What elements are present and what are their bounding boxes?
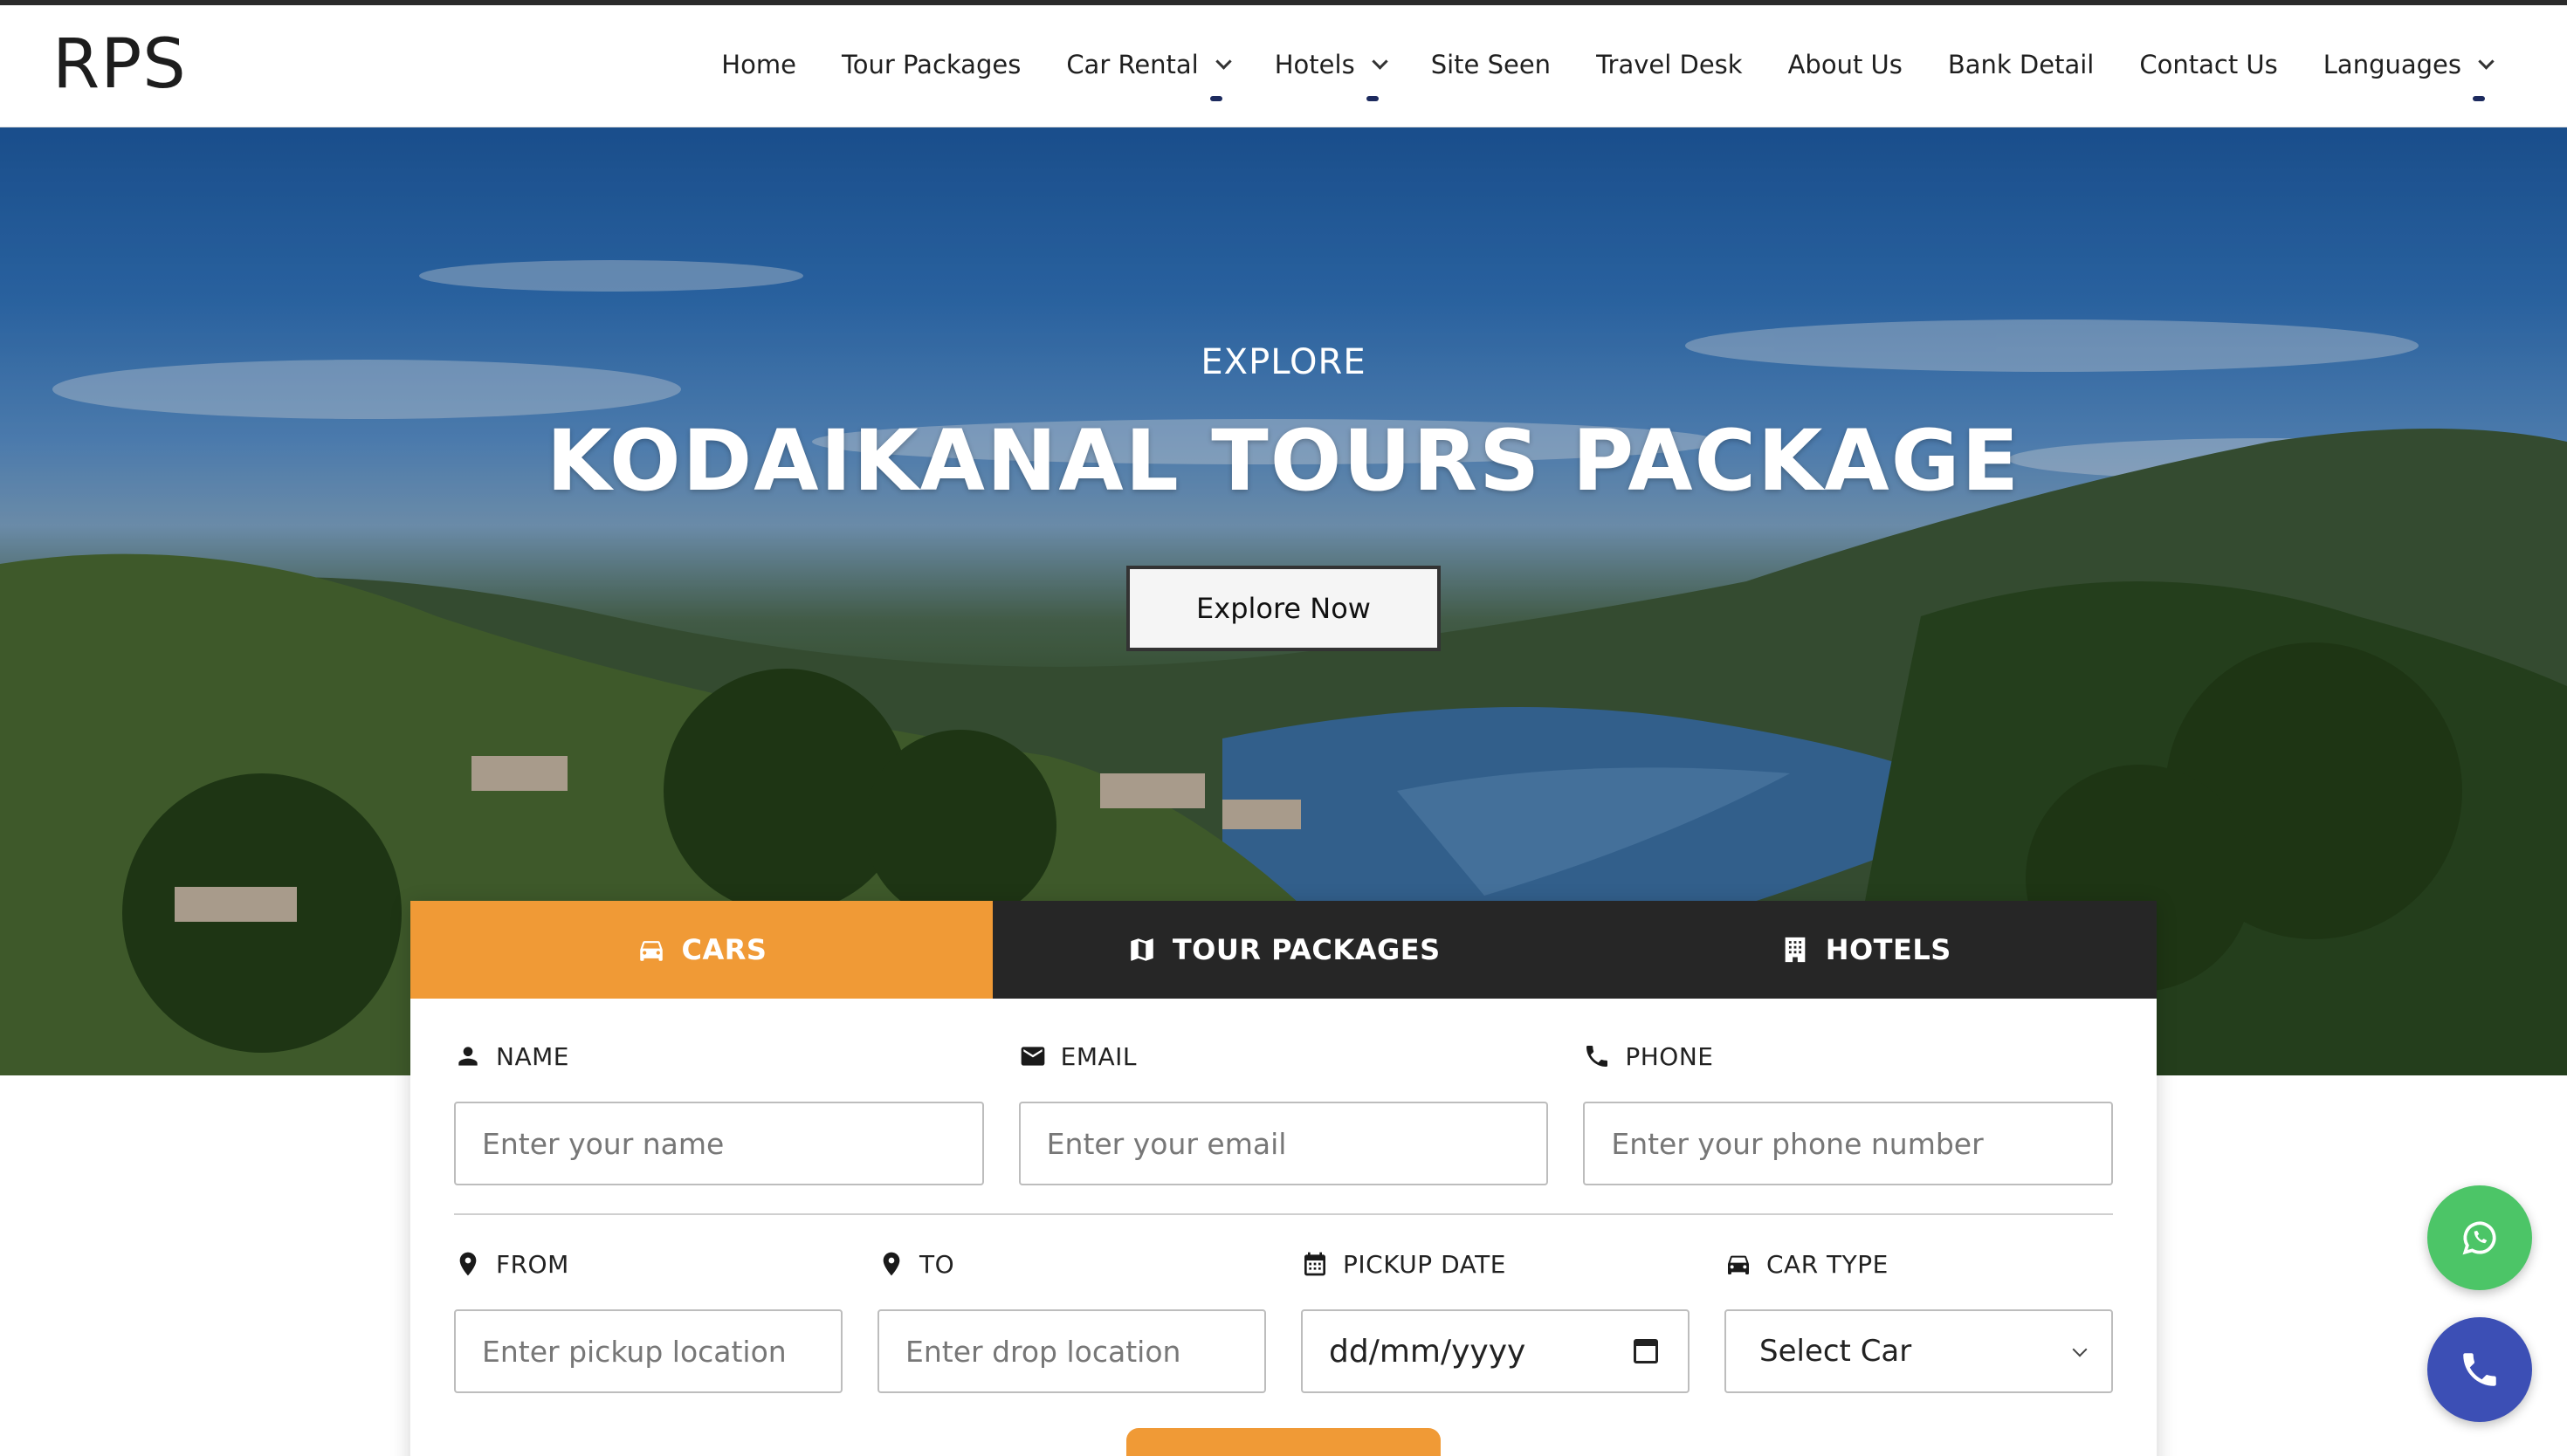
- tab-tour-packages[interactable]: TOUR PACKAGES: [993, 901, 1575, 999]
- tab-cars[interactable]: CARS: [410, 901, 993, 999]
- name-label-text: NAME: [496, 1041, 569, 1071]
- name-label: NAME: [454, 1040, 984, 1072]
- trip-fields-row: FROM TO PICKUP DATE dd/mm/yyyy C: [454, 1248, 2113, 1393]
- chevron-down-icon: [1215, 52, 1232, 70]
- nav-bank-detail-label: Bank Detail: [1947, 50, 2095, 79]
- car-icon: [1728, 1255, 1749, 1274]
- chevron-down-icon: [2478, 52, 2495, 70]
- site-logo[interactable]: RPS: [52, 21, 187, 108]
- pickup-date-field-group: PICKUP DATE dd/mm/yyyy: [1301, 1248, 1690, 1393]
- navbar: RPS Home Tour Packages Car Rental Hotels…: [0, 5, 2567, 127]
- main-nav: Home Tour Packages Car Rental Hotels Sit…: [721, 47, 2495, 101]
- nav-site-seen-label: Site Seen: [1430, 50, 1552, 79]
- submit-button[interactable]: [1126, 1428, 1441, 1456]
- calendar-picker-icon[interactable]: [1634, 1339, 1658, 1363]
- pickup-date-input[interactable]: dd/mm/yyyy: [1301, 1309, 1690, 1393]
- tab-cars-label: CARS: [681, 933, 767, 966]
- explore-now-button[interactable]: Explore Now: [1126, 566, 1441, 651]
- pickup-date-label-text: PICKUP DATE: [1343, 1249, 1506, 1279]
- nav-home[interactable]: Home: [721, 47, 796, 82]
- nav-home-label: Home: [721, 50, 796, 79]
- nav-site-seen[interactable]: Site Seen: [1431, 47, 1551, 82]
- nav-languages-label: Languages: [2323, 50, 2461, 79]
- email-field-group: EMAIL: [1018, 1040, 1549, 1185]
- car-icon: [639, 941, 663, 961]
- phone-icon: [1586, 1046, 1608, 1067]
- location-pin-icon: [883, 1252, 900, 1276]
- car-type-value: Select Car: [1759, 1334, 1912, 1369]
- nav-tour-packages-label: Tour Packages: [841, 50, 1022, 79]
- pickup-date-value: dd/mm/yyyy: [1329, 1333, 1526, 1370]
- calendar-icon: [1304, 1252, 1325, 1276]
- email-label-text: EMAIL: [1060, 1041, 1138, 1071]
- pickup-date-label: PICKUP DATE: [1301, 1248, 1690, 1280]
- form-divider: [454, 1213, 2113, 1215]
- booking-card: CARS TOUR PACKAGES HOTELS NAME EMAIL: [410, 901, 2157, 1456]
- email-input[interactable]: [1018, 1102, 1549, 1185]
- phone-input[interactable]: [1583, 1102, 2114, 1185]
- name-field-group: NAME: [454, 1040, 984, 1185]
- contact-fields-row: NAME EMAIL PHONE: [454, 1040, 2114, 1185]
- from-input[interactable]: [454, 1309, 843, 1393]
- nav-languages[interactable]: Languages: [2323, 47, 2495, 101]
- nav-tour-packages[interactable]: Tour Packages: [842, 47, 1021, 82]
- phone-icon: [2463, 1353, 2496, 1386]
- nav-hotels-label: Hotels: [1274, 50, 1355, 79]
- whatsapp-icon: [2462, 1221, 2496, 1255]
- building-icon: [1785, 937, 1806, 963]
- booking-tabs: CARS TOUR PACKAGES HOTELS: [410, 901, 2157, 999]
- phone-label: PHONE: [1583, 1040, 2113, 1072]
- nav-car-rental-label: Car Rental: [1066, 50, 1199, 79]
- nav-travel-desk[interactable]: Travel Desk: [1596, 47, 1743, 82]
- hero-subtitle: EXPLORE: [1201, 342, 1366, 382]
- dropdown-indicator: [1366, 96, 1379, 101]
- nav-contact-us-label: Contact Us: [2139, 50, 2278, 79]
- nav-bank-detail[interactable]: Bank Detail: [1948, 47, 2095, 82]
- nav-travel-desk-label: Travel Desk: [1596, 50, 1743, 79]
- to-input[interactable]: [877, 1309, 1266, 1393]
- person-icon: [458, 1047, 478, 1066]
- whatsapp-button[interactable]: [2427, 1185, 2532, 1290]
- nav-about-us[interactable]: About Us: [1788, 47, 1903, 82]
- from-field-group: FROM: [454, 1248, 843, 1393]
- nav-car-rental[interactable]: Car Rental: [1066, 47, 1232, 101]
- dropdown-indicator: [1209, 96, 1222, 101]
- car-type-label-text: CAR TYPE: [1766, 1249, 1889, 1279]
- phone-field-group: PHONE: [1583, 1040, 2114, 1185]
- tab-hotels[interactable]: HOTELS: [1575, 901, 2158, 999]
- to-label-text: TO: [919, 1249, 955, 1279]
- name-input[interactable]: [454, 1102, 984, 1185]
- mail-icon: [1021, 1047, 1045, 1066]
- tab-hotels-label: HOTELS: [1825, 933, 1951, 966]
- from-label-text: FROM: [496, 1249, 569, 1279]
- nav-hotels[interactable]: Hotels: [1274, 47, 1388, 101]
- chevron-down-icon: [1371, 52, 1388, 70]
- car-type-select[interactable]: Select Car: [1724, 1309, 2113, 1393]
- tab-tour-packages-label: TOUR PACKAGES: [1172, 933, 1441, 966]
- nav-about-us-label: About Us: [1787, 50, 1903, 79]
- to-field-group: TO: [877, 1248, 1266, 1393]
- dropdown-indicator: [2473, 96, 2485, 101]
- phone-label-text: PHONE: [1625, 1041, 1714, 1071]
- car-type-label: CAR TYPE: [1724, 1248, 2113, 1280]
- call-button[interactable]: [2427, 1317, 2532, 1422]
- chevron-down-icon: [2072, 1342, 2088, 1357]
- to-label: TO: [877, 1248, 1266, 1280]
- location-pin-icon: [459, 1252, 477, 1276]
- map-icon: [1131, 938, 1153, 961]
- hero-title: KODAIKANAL TOURS PACKAGE: [546, 412, 2021, 510]
- car-type-field-group: CAR TYPE Select Car: [1724, 1248, 2113, 1393]
- nav-contact-us[interactable]: Contact Us: [2139, 47, 2277, 82]
- email-label: EMAIL: [1019, 1040, 1549, 1072]
- from-label: FROM: [454, 1248, 843, 1280]
